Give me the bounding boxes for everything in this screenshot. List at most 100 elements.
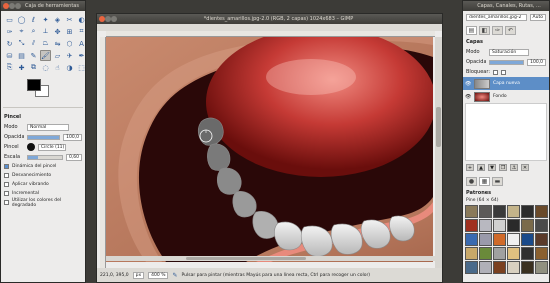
lock-alpha-checkbox[interactable] [501, 69, 507, 75]
pattern-swatch[interactable] [479, 233, 492, 246]
unit-select[interactable]: px [132, 271, 145, 279]
foreground-select-icon[interactable]: ◐ [76, 14, 85, 25]
perspective-clone-icon[interactable]: ⧉ [28, 62, 39, 73]
pattern-swatch[interactable] [535, 233, 548, 246]
rect-select-icon[interactable]: ▭ [4, 14, 15, 25]
pattern-swatch[interactable] [507, 219, 520, 232]
tab-channels[interactable]: ◧ [479, 26, 490, 35]
maximize-button[interactable] [111, 16, 117, 22]
color-select-icon[interactable]: ◈ [52, 14, 63, 25]
scissors-icon[interactable]: ✂ [64, 14, 75, 25]
zoom-select[interactable]: 400 % [148, 271, 169, 279]
color-swatches[interactable] [21, 79, 85, 103]
delete-layer-icon[interactable]: ✕ [521, 164, 529, 171]
mode-select[interactable]: Normal [27, 123, 69, 131]
pattern-swatch[interactable] [465, 247, 478, 260]
rotate-icon[interactable]: ↻ [4, 38, 15, 49]
tab-paths[interactable]: ✑ [492, 26, 503, 35]
pattern-swatch[interactable] [521, 205, 534, 218]
airbrush-icon[interactable]: ✈ [64, 50, 75, 61]
horizontal-scroll-thumb[interactable] [186, 257, 306, 260]
tab-undo[interactable]: ↶ [505, 26, 516, 35]
text-icon[interactable]: A [76, 38, 85, 49]
brush-option[interactable]: Utilizar los colores del degradado [1, 198, 85, 208]
scale-icon[interactable]: ⤡ [16, 38, 27, 49]
size-value[interactable]: 0,60 [65, 153, 82, 161]
pattern-swatch[interactable] [507, 261, 520, 274]
layer-mode-select[interactable]: Saturación [489, 48, 529, 56]
option-checkbox[interactable] [4, 164, 9, 169]
raise-layer-icon[interactable]: ▲ [477, 164, 485, 171]
pattern-swatch[interactable] [535, 205, 548, 218]
option-checkbox[interactable] [4, 200, 9, 205]
pattern-swatch[interactable] [465, 205, 478, 218]
tab-layers[interactable]: ▤ [466, 26, 477, 35]
layer-row[interactable]: 👁 Capa nueva [463, 77, 549, 90]
vertical-scrollbar[interactable] [435, 37, 442, 268]
lasso-icon[interactable]: ℓ [28, 14, 39, 25]
flip-icon[interactable]: ⇋ [52, 38, 63, 49]
heal-icon[interactable]: ✚ [16, 62, 27, 73]
pattern-swatch[interactable] [507, 247, 520, 260]
shear-icon[interactable]: ⫽ [28, 38, 39, 49]
pattern-swatch[interactable] [493, 233, 506, 246]
opacity-value[interactable]: 100,0 [63, 133, 82, 141]
pattern-swatch[interactable] [493, 205, 506, 218]
pattern-swatch[interactable] [521, 219, 534, 232]
move-icon[interactable]: ✥ [52, 26, 63, 37]
layer-opacity-slider[interactable] [489, 59, 525, 65]
pattern-swatch[interactable] [535, 219, 548, 232]
crop-icon[interactable]: ⌗ [76, 26, 85, 37]
menu-bar[interactable] [97, 24, 442, 31]
measure-icon[interactable]: ⟂ [40, 26, 51, 37]
paths-icon[interactable]: ✑ [4, 26, 15, 37]
pattern-swatch[interactable] [521, 247, 534, 260]
anchor-icon[interactable]: ⚓ [510, 164, 518, 171]
pattern-swatch[interactable] [465, 261, 478, 274]
foreground-color-swatch[interactable] [27, 79, 41, 91]
pattern-swatch[interactable] [479, 205, 492, 218]
opacity-slider[interactable] [27, 134, 61, 140]
smudge-icon[interactable]: ☝ [52, 62, 63, 73]
blend-icon[interactable]: ▤ [16, 50, 27, 61]
brush-select[interactable]: Circle (11) [38, 143, 66, 151]
layer-row[interactable]: 👁 Fondo [463, 90, 549, 103]
eraser-icon[interactable]: ▱ [52, 50, 63, 61]
layers-title-bar[interactable]: Capas, Canales, Rutas, ... [463, 1, 549, 11]
ellipse-select-icon[interactable]: ◯ [16, 14, 27, 25]
image-selector[interactable]: dientes_amarillos.jpg-2 [466, 13, 527, 21]
tab-gradients[interactable]: ▬ [492, 177, 503, 186]
new-layer-icon[interactable]: + [466, 164, 474, 171]
pattern-swatch[interactable] [465, 219, 478, 232]
auto-button[interactable]: Auto [529, 13, 546, 21]
color-picker-icon[interactable]: ⌖ [16, 26, 27, 37]
eye-icon[interactable]: 👁 [465, 81, 471, 87]
image-canvas[interactable] [106, 37, 433, 262]
brush-option[interactable]: Desvanecimiento [1, 171, 85, 180]
layer-opacity-value[interactable]: 100,0 [527, 58, 546, 66]
vertical-scroll-thumb[interactable] [436, 107, 441, 147]
perspective-icon[interactable]: ⏢ [40, 38, 51, 49]
option-checkbox[interactable] [4, 191, 9, 196]
pattern-swatch[interactable] [521, 233, 534, 246]
unified-transform-icon[interactable]: ⬚ [76, 62, 85, 73]
brush-option[interactable]: Dinámica del pincel [1, 162, 85, 171]
pattern-swatch[interactable] [479, 247, 492, 260]
zoom-icon[interactable]: ⌕ [28, 26, 39, 37]
pattern-swatch[interactable] [521, 261, 534, 274]
lower-layer-icon[interactable]: ▼ [488, 164, 496, 171]
bucket-fill-icon[interactable]: ⛁ [4, 50, 15, 61]
align-icon[interactable]: ⊞ [64, 26, 75, 37]
horizontal-scrollbar[interactable] [106, 256, 435, 261]
option-checkbox[interactable] [4, 173, 9, 178]
pattern-swatch[interactable] [465, 233, 478, 246]
pattern-swatch[interactable] [479, 219, 492, 232]
pattern-swatch[interactable] [507, 205, 520, 218]
lock-pixels-checkbox[interactable] [493, 69, 499, 75]
brush-preview-icon[interactable] [27, 143, 35, 151]
pattern-swatch[interactable] [535, 261, 548, 274]
blur-icon[interactable]: ◌ [40, 62, 51, 73]
pattern-swatch[interactable] [535, 247, 548, 260]
eye-icon[interactable]: 👁 [465, 94, 471, 100]
paintbrush-icon[interactable]: 🖌 [40, 50, 51, 61]
